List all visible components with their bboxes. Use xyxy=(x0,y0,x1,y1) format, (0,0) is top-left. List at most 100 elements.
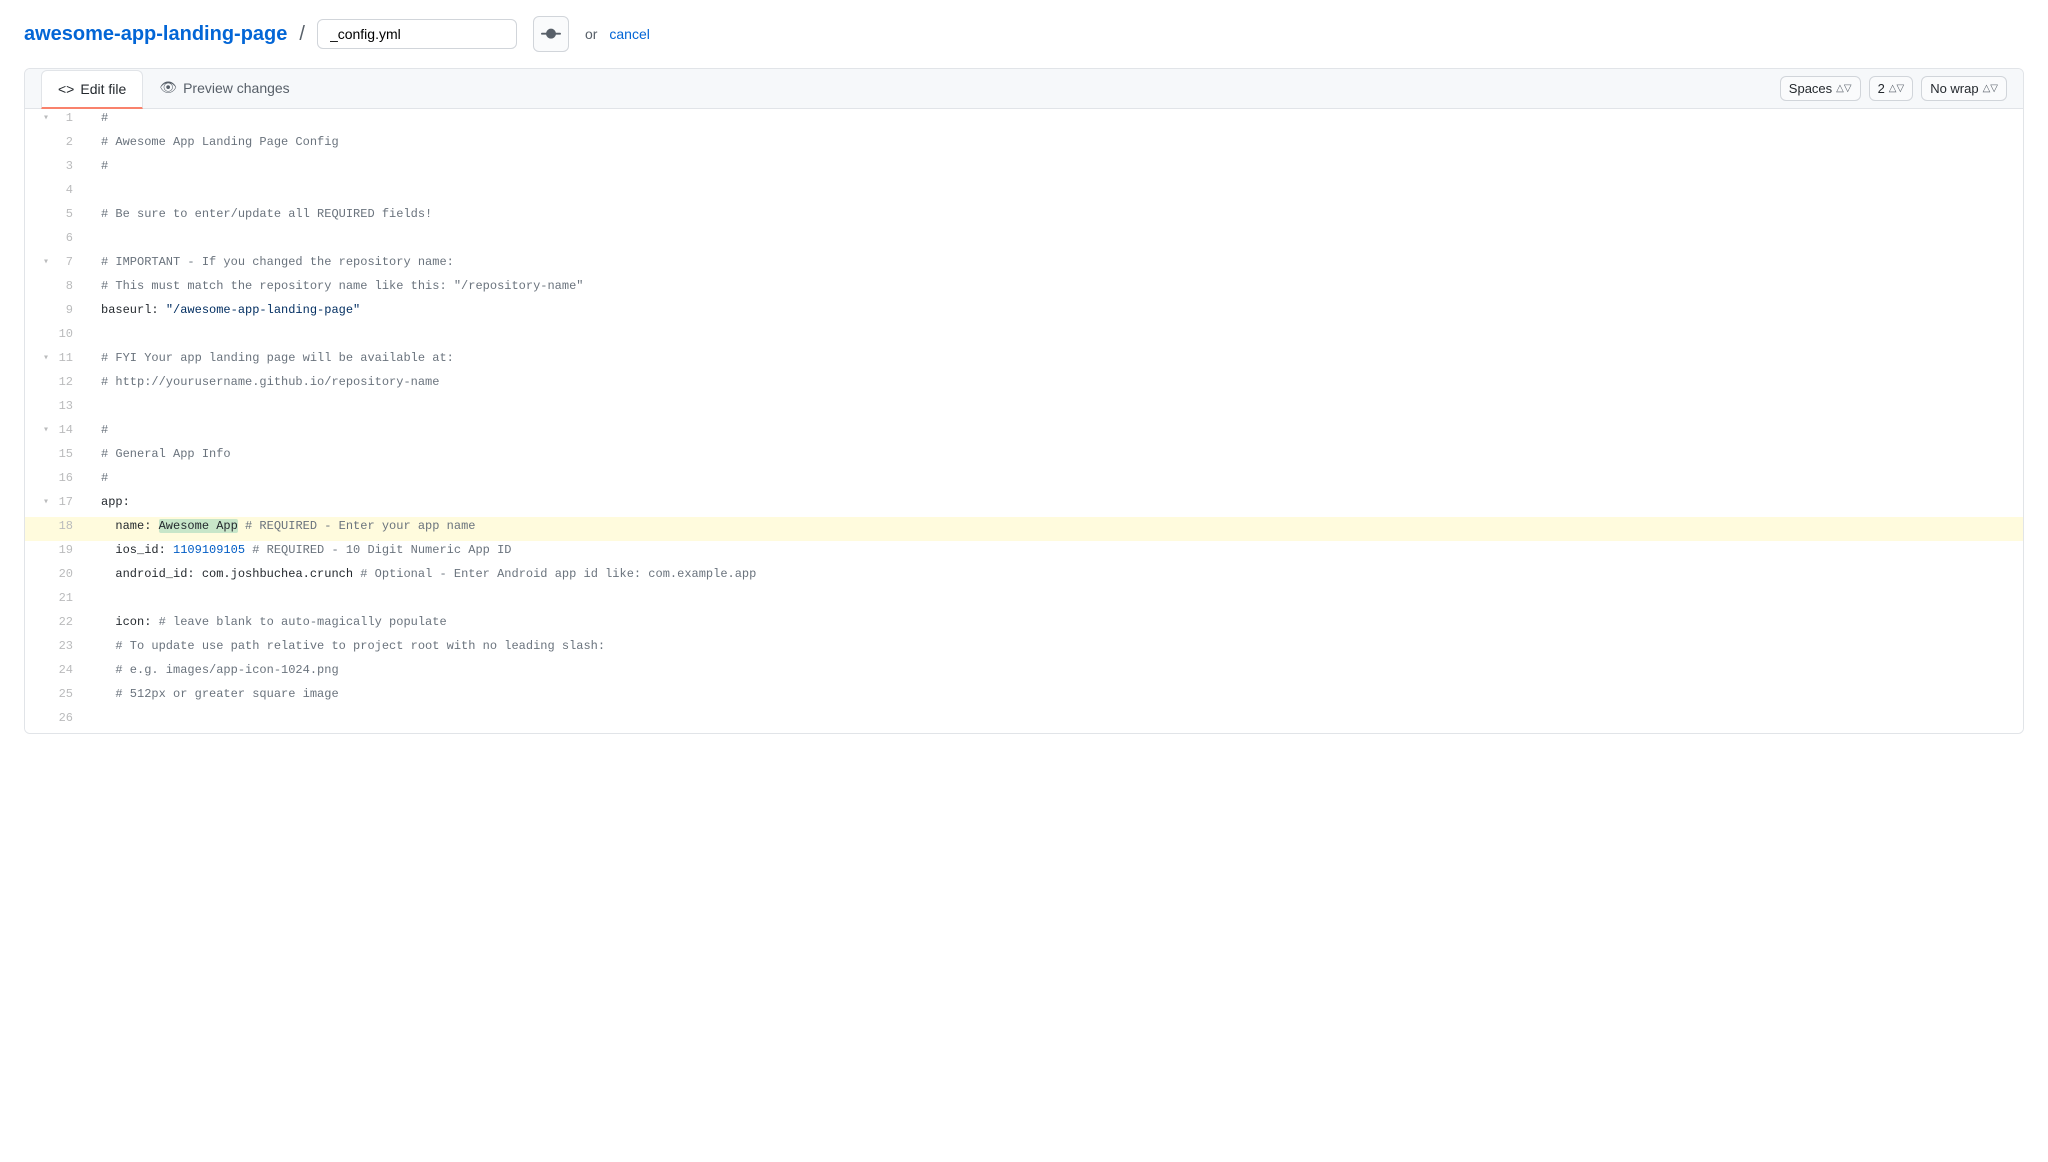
line-number: 18 xyxy=(25,517,85,541)
line-number: 19 xyxy=(25,541,85,565)
cancel-link[interactable]: cancel xyxy=(609,26,649,42)
line-number: 22 xyxy=(25,613,85,637)
line-content: # xyxy=(85,109,2023,133)
line-number: 10 xyxy=(25,325,85,349)
indent-select[interactable]: 2 △▽ xyxy=(1869,76,1914,101)
edit-icon: <> xyxy=(58,81,74,97)
table-row: 21 xyxy=(25,589,2023,613)
or-text: or xyxy=(585,26,597,42)
tab-edit-label: Edit file xyxy=(80,81,126,97)
fold-arrow[interactable]: ▾ xyxy=(43,495,49,511)
line-content xyxy=(85,397,2023,421)
line-content: # 512px or greater square image xyxy=(85,685,2023,709)
table-row: 16# xyxy=(25,469,2023,493)
table-row: 25 # 512px or greater square image xyxy=(25,685,2023,709)
line-content: # xyxy=(85,157,2023,181)
line-content xyxy=(85,589,2023,613)
line-content xyxy=(85,325,2023,349)
line-number: 4 xyxy=(25,181,85,205)
tabs-bar: <> Edit file 👁 Preview changes Spaces △▽… xyxy=(25,69,2023,109)
table-row: 24 # e.g. images/app-icon-1024.png xyxy=(25,661,2023,685)
indent-value: 2 xyxy=(1878,81,1885,96)
line-content: app: xyxy=(85,493,2023,517)
line-content: # This must match the repository name li… xyxy=(85,277,2023,301)
editor-container: <> Edit file 👁 Preview changes Spaces △▽… xyxy=(24,68,2024,734)
fold-arrow[interactable]: ▾ xyxy=(43,423,49,439)
fold-arrow[interactable]: ▾ xyxy=(43,255,49,271)
fold-arrow[interactable]: ▾ xyxy=(43,111,49,127)
line-number: ▾11 xyxy=(25,349,85,373)
table-row: 12# http://yourusername.github.io/reposi… xyxy=(25,373,2023,397)
line-content: # xyxy=(85,421,2023,445)
tab-preview[interactable]: 👁 Preview changes xyxy=(143,69,305,108)
line-number: 15 xyxy=(25,445,85,469)
code-table: ▾1#2# Awesome App Landing Page Config3#4… xyxy=(25,109,2023,733)
table-row: 13 xyxy=(25,397,2023,421)
line-number: ▾14 xyxy=(25,421,85,445)
line-number: 23 xyxy=(25,637,85,661)
wrap-select[interactable]: No wrap △▽ xyxy=(1921,76,2007,101)
commit-button[interactable] xyxy=(533,16,569,52)
line-number: ▾17 xyxy=(25,493,85,517)
fold-arrow[interactable]: ▾ xyxy=(43,351,49,367)
line-number: 13 xyxy=(25,397,85,421)
table-row: ▾11# FYI Your app landing page will be a… xyxy=(25,349,2023,373)
line-number: 5 xyxy=(25,205,85,229)
line-content xyxy=(85,709,2023,733)
line-number: 26 xyxy=(25,709,85,733)
line-number: 16 xyxy=(25,469,85,493)
line-content: # xyxy=(85,469,2023,493)
table-row: 22 icon: # leave blank to auto-magically… xyxy=(25,613,2023,637)
header: awesome-app-landing-page / or cancel xyxy=(0,0,2048,68)
line-number: ▾7 xyxy=(25,253,85,277)
table-row: 18 name: Awesome App # REQUIRED - Enter … xyxy=(25,517,2023,541)
wrap-label: No wrap xyxy=(1930,81,1978,96)
table-row: 3# xyxy=(25,157,2023,181)
table-row: ▾1# xyxy=(25,109,2023,133)
line-number: 8 xyxy=(25,277,85,301)
wrap-arrow: △▽ xyxy=(1983,83,1998,94)
line-number: 25 xyxy=(25,685,85,709)
line-content: ios_id: 1109109105 # REQUIRED - 10 Digit… xyxy=(85,541,2023,565)
tab-edit[interactable]: <> Edit file xyxy=(41,70,143,109)
table-row: 8# This must match the repository name l… xyxy=(25,277,2023,301)
line-content: name: Awesome App # REQUIRED - Enter you… xyxy=(85,517,2023,541)
table-row: ▾17app: xyxy=(25,493,2023,517)
table-row: 9baseurl: "/awesome-app-landing-page" xyxy=(25,301,2023,325)
tabs-left: <> Edit file 👁 Preview changes xyxy=(41,69,306,108)
table-row: 5# Be sure to enter/update all REQUIRED … xyxy=(25,205,2023,229)
filename-input[interactable] xyxy=(317,19,517,49)
commit-icon xyxy=(541,24,561,44)
spaces-select[interactable]: Spaces △▽ xyxy=(1780,76,1861,101)
indent-arrow: △▽ xyxy=(1889,83,1904,94)
line-content xyxy=(85,181,2023,205)
table-row: 23 # To update use path relative to proj… xyxy=(25,637,2023,661)
table-row: ▾7# IMPORTANT - If you changed the repos… xyxy=(25,253,2023,277)
table-row: 26 xyxy=(25,709,2023,733)
line-content: # To update use path relative to project… xyxy=(85,637,2023,661)
line-number: 6 xyxy=(25,229,85,253)
table-row: 19 ios_id: 1109109105 # REQUIRED - 10 Di… xyxy=(25,541,2023,565)
spaces-label: Spaces xyxy=(1789,81,1832,96)
spaces-arrow: △▽ xyxy=(1836,83,1851,94)
breadcrumb-sep: / xyxy=(299,23,305,46)
line-number: ▾1 xyxy=(25,109,85,133)
line-number: 20 xyxy=(25,565,85,589)
line-content: # General App Info xyxy=(85,445,2023,469)
table-row: 4 xyxy=(25,181,2023,205)
line-number: 2 xyxy=(25,133,85,157)
line-content xyxy=(85,229,2023,253)
preview-icon: 👁 xyxy=(159,79,177,96)
repo-name-link[interactable]: awesome-app-landing-page xyxy=(24,23,287,46)
line-number: 12 xyxy=(25,373,85,397)
line-content: # e.g. images/app-icon-1024.png xyxy=(85,661,2023,685)
line-content: baseurl: "/awesome-app-landing-page" xyxy=(85,301,2023,325)
table-row: 6 xyxy=(25,229,2023,253)
line-content: # IMPORTANT - If you changed the reposit… xyxy=(85,253,2023,277)
line-content: # Be sure to enter/update all REQUIRED f… xyxy=(85,205,2023,229)
line-content: icon: # leave blank to auto-magically po… xyxy=(85,613,2023,637)
line-content: # Awesome App Landing Page Config xyxy=(85,133,2023,157)
line-content: # FYI Your app landing page will be avai… xyxy=(85,349,2023,373)
code-editor[interactable]: ▾1#2# Awesome App Landing Page Config3#4… xyxy=(25,109,2023,733)
line-number: 9 xyxy=(25,301,85,325)
